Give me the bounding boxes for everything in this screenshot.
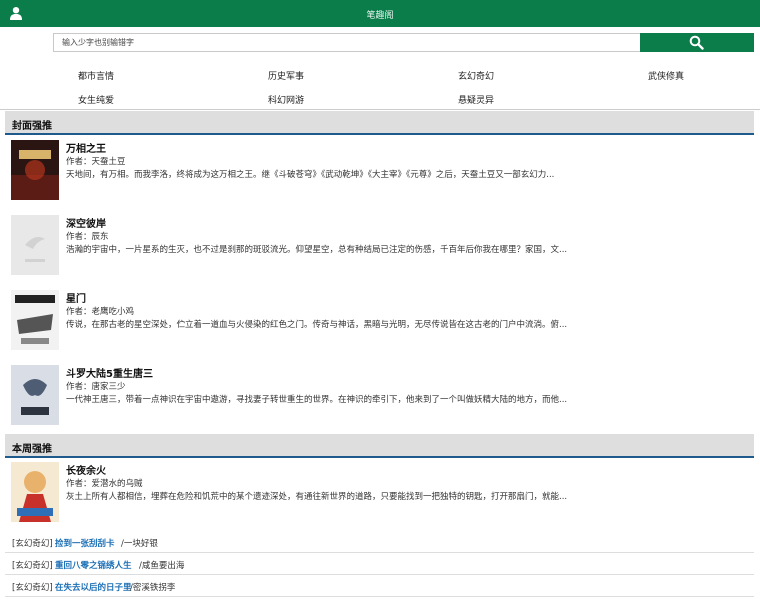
category-link-mystery[interactable]: 悬疑灵异: [458, 93, 494, 106]
section-header-cover: 封面强推: [5, 111, 754, 135]
section-header-weekly: 本周强推: [5, 434, 754, 458]
list-item: [玄幻奇幻] 重回八零之锦绣人生 /咸鱼要出海: [5, 553, 754, 575]
book-item[interactable]: 星门 作者：老鹰吃小鸡 传说，在那古老的星空深处，伫立着一道血与火侵染的红色之门…: [11, 290, 751, 352]
book-item[interactable]: 斗罗大陆5重生唐三 作者：唐家三少 一代神王唐三，带着一点神识在宇宙中遨游，寻找…: [11, 365, 751, 427]
book-author: 作者：天蚕土豆: [66, 157, 126, 167]
book-item[interactable]: 深空彼岸 作者：辰东 浩瀚的宇宙中，一片星系的生灭，也不过是刹那的斑驳流光。仰望…: [11, 215, 751, 277]
list-item-category: [玄幻奇幻]: [12, 539, 53, 549]
book-author: 作者：爱潜水的乌贼: [66, 479, 143, 489]
category-link-wuxia[interactable]: 武侠修真: [648, 69, 684, 82]
book-title[interactable]: 长夜余火: [66, 462, 106, 477]
search-bar: 输入少字也别输错字: [53, 33, 754, 52]
list-item-title[interactable]: 捡到一张刮刮卡: [55, 537, 115, 549]
divider: [0, 109, 760, 110]
search-icon: [689, 35, 704, 50]
book-description: 一代神王唐三，带着一点神识在宇宙中遨游，寻找妻子转世重生的世界。在神识的牵引下，…: [66, 395, 568, 405]
book-title[interactable]: 万相之王: [66, 140, 106, 155]
search-button[interactable]: [640, 33, 754, 52]
category-link-fantasy[interactable]: 玄幻奇幻: [458, 69, 494, 82]
site-title[interactable]: 笔趣阁: [0, 8, 760, 21]
category-link-romance[interactable]: 女生纯爱: [78, 93, 114, 106]
category-link-urban[interactable]: 都市言情: [78, 69, 114, 82]
book-description: 灰土上所有人都相信，埋葬在危险和饥荒中的某个遗迹深处，有通往新世界的道路，只要能…: [66, 492, 568, 502]
list-item-category: [玄幻奇幻]: [12, 561, 53, 571]
list-item: [玄幻奇幻] 在失去以后的日子里 /密溪铁拐李: [5, 575, 754, 597]
book-description: 浩瀚的宇宙中，一片星系的生灭，也不过是刹那的斑驳流光。仰望星空，总有种结局已注定…: [66, 245, 568, 255]
book-cover[interactable]: [11, 462, 59, 522]
book-description: 传说，在那古老的星空深处，伫立着一道血与火侵染的红色之门。传奇与神话，黑暗与光明…: [66, 320, 568, 330]
book-cover-placeholder[interactable]: [11, 215, 59, 275]
book-cover[interactable]: [11, 365, 59, 425]
list-item-author: /一块好银: [121, 539, 158, 549]
book-title[interactable]: 斗罗大陆5重生唐三: [66, 365, 153, 380]
search-input[interactable]: 输入少字也别输错字: [53, 33, 647, 52]
list-item: [玄幻奇幻] 捡到一张刮刮卡 /一块好银: [5, 531, 754, 553]
list-item-category: [玄幻奇幻]: [12, 583, 53, 593]
section-title: 封面强推: [12, 121, 52, 132]
list-item-author: /密溪铁拐李: [130, 583, 176, 593]
top-bar: 笔趣阁: [0, 0, 760, 27]
section-title: 本周强推: [12, 444, 52, 455]
list-item-title[interactable]: 重回八零之锦绣人生: [55, 559, 132, 571]
book-description: 天地间，有万相。而我李洛，终将成为这万相之王。继《斗破苍穹》《武动乾坤》《大主宰…: [66, 170, 555, 180]
book-title[interactable]: 深空彼岸: [66, 215, 106, 230]
book-item[interactable]: 万相之王 作者：天蚕土豆 天地间，有万相。而我李洛，终将成为这万相之王。继《斗破…: [11, 140, 751, 202]
book-cover[interactable]: [11, 290, 59, 350]
list-item-author: /咸鱼要出海: [139, 561, 185, 571]
category-link-history[interactable]: 历史军事: [268, 69, 304, 82]
category-link-scifi[interactable]: 科幻网游: [268, 93, 304, 106]
book-title[interactable]: 星门: [66, 290, 86, 305]
book-author: 作者：辰东: [66, 232, 109, 242]
book-item[interactable]: 长夜余火 作者：爱潜水的乌贼 灰土上所有人都相信，埋葬在危险和饥荒中的某个遗迹深…: [11, 462, 751, 524]
book-author: 作者：老鹰吃小鸡: [66, 307, 135, 317]
list-item-title[interactable]: 在失去以后的日子里: [55, 581, 132, 593]
book-cover[interactable]: [11, 140, 59, 200]
book-author: 作者：唐家三少: [66, 382, 126, 392]
